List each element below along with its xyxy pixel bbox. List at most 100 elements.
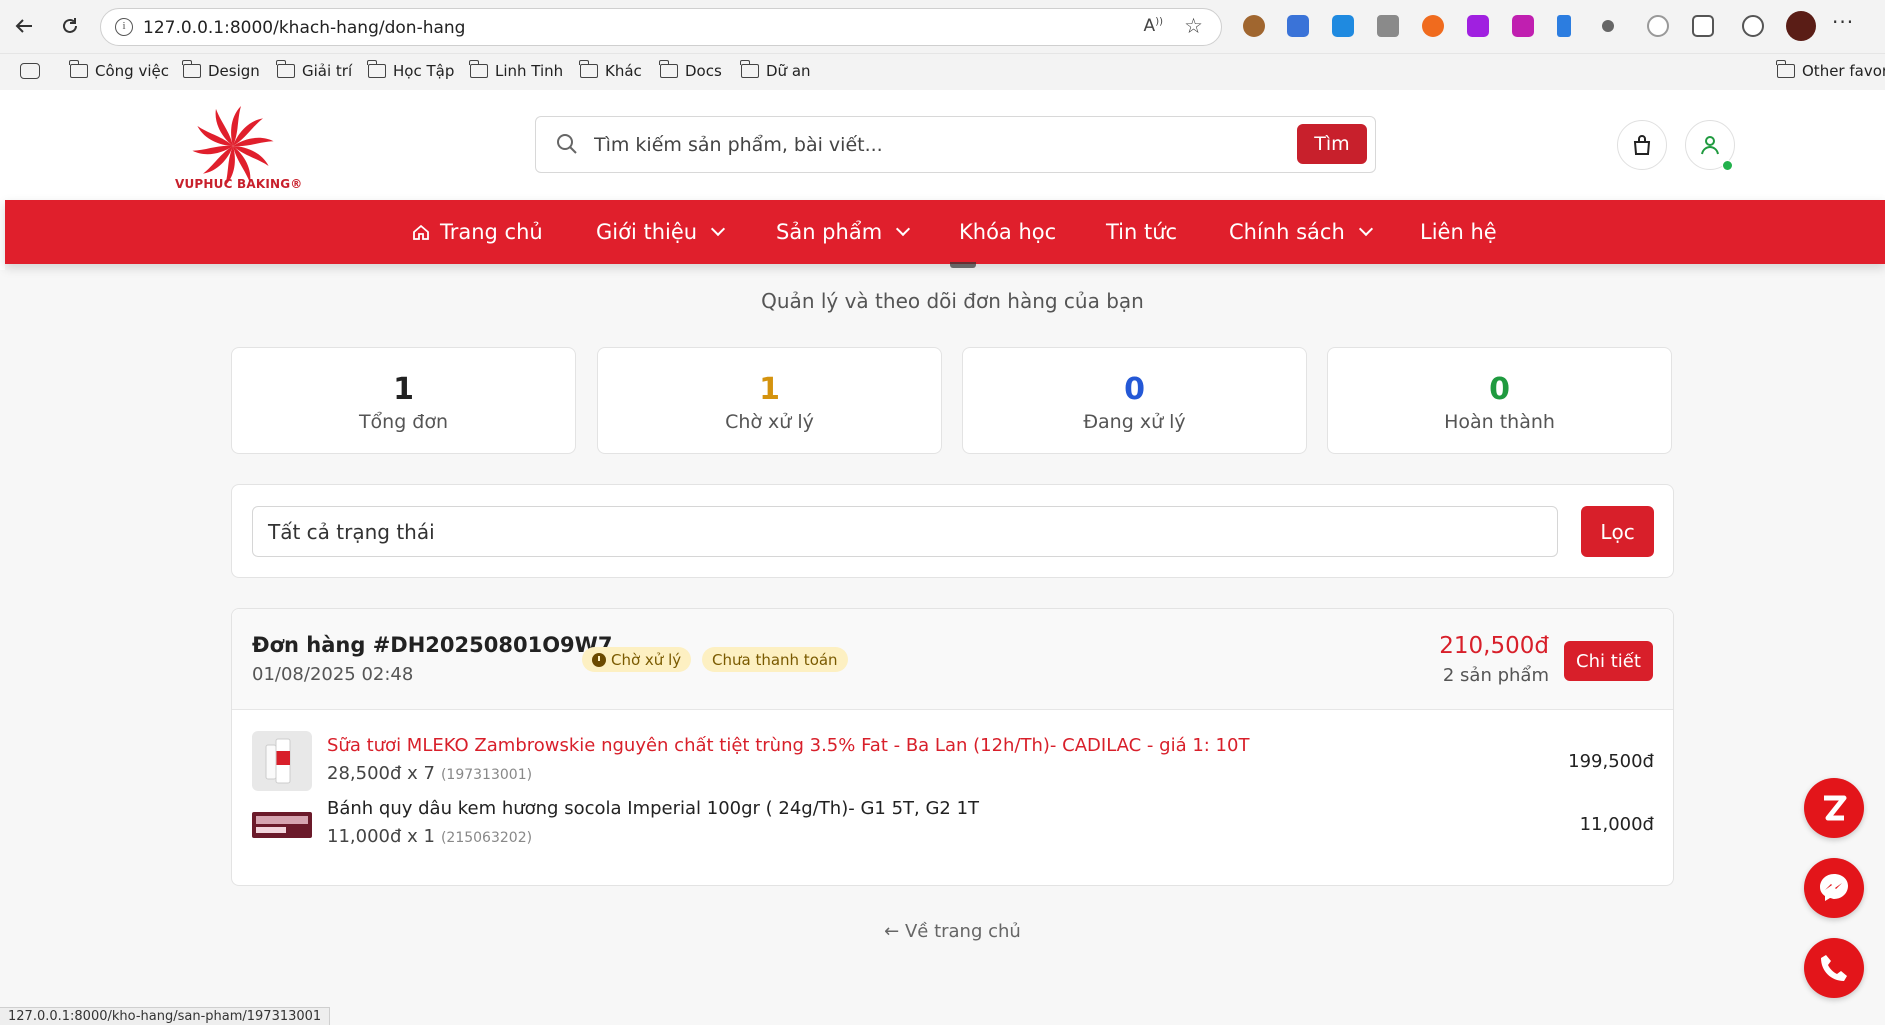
badge-label: Chờ xử lý [611,650,682,669]
media-control-icon[interactable] [1742,15,1764,37]
nav-item-news[interactable]: Tin tức [1106,220,1177,244]
folder-icon [740,60,759,78]
stat-value: 0 [1124,372,1145,407]
stat-card-processing: 0 Đang xử lý [962,347,1307,454]
messenger-chat-button[interactable] [1804,858,1864,918]
site-search: Tìm [535,116,1376,173]
stat-value: 1 [393,372,414,407]
payment-status-badge: Chưa thanh toán [702,647,848,672]
bookmark-folder[interactable]: Dữ an [740,60,811,80]
status-filter-select[interactable]: Tất cả trạng thái [252,506,1558,557]
nav-label: Chính sách [1229,220,1345,244]
site-info-icon[interactable]: i [115,18,133,36]
bookmark-label: Khác [605,62,642,80]
bookmark-label: Học Tập [393,62,455,80]
product-qty: 28,500đ x 7 (197313001) [327,763,532,784]
bookmark-folder[interactable]: Học Tập [367,60,455,80]
compass-extension-icon[interactable] [1647,15,1669,37]
bookmark-folder[interactable]: Khác [579,60,642,80]
product-sku: (197313001) [440,767,533,783]
bookmark-folder[interactable]: Công việc [69,60,169,80]
other-favorites-folder[interactable]: Other favorit [1776,60,1885,80]
bookmark-folder[interactable]: Giải trí [276,60,353,80]
chevron-down-icon [1358,221,1373,237]
small-extension-icon[interactable] [1602,20,1614,32]
video-extension-icon[interactable] [1467,15,1489,37]
orange-extension-icon[interactable] [1422,15,1444,37]
product-sku: (215063202) [440,830,533,846]
badge-label: Chưa thanh toán [712,650,838,669]
stat-card-completed: 0 Hoàn thành [1327,347,1672,454]
bookmark-label: Giải trí [302,62,353,80]
camera-extension-icon[interactable] [1377,15,1399,37]
bookmarks-bar: Công việc Design Giải trí Học Tập Linh T… [0,54,1885,90]
nav-item-contact[interactable]: Liên hệ [1420,220,1497,244]
chevron-down-icon [896,221,911,237]
bookmark-label: Design [208,62,260,80]
nav-label: Liên hệ [1420,220,1497,244]
address-url[interactable]: 127.0.0.1:8000/khach-hang/don-hang [143,18,465,38]
product-name-link[interactable]: Sữa tươi MLEKO Zambrowskie nguyên chất t… [327,735,1249,756]
bookmark-folder[interactable]: Docs [659,60,722,80]
nav-item-courses[interactable]: Khóa học [959,220,1056,244]
product-name-link[interactable]: Bánh quy dâu kem hương socola Imperial 1… [327,798,979,819]
chevron-down-icon [711,221,726,237]
page-subtitle: Quản lý và theo dõi đơn hàng của bạn [761,289,1144,313]
search-button[interactable]: Tìm [1297,124,1367,164]
bookmark-label: Dữ an [766,62,811,80]
zalo-chat-button[interactable] [1804,778,1864,838]
home-icon [413,224,429,240]
logo-text: VUPHUC BAKING® [175,177,303,191]
read-aloud-icon[interactable]: A)) [1144,16,1163,36]
order-detail-button[interactable]: Chi tiết [1564,641,1653,681]
stat-value: 1 [759,372,780,407]
order-status-badge: Chờ xử lý [582,647,692,672]
back-arrow-icon[interactable] [10,12,38,40]
reload-icon[interactable] [56,12,84,40]
order-total: 210,500đ [1439,633,1549,659]
main-nav: Trang chủ Giới thiệu Sản phẩm Khóa học T… [5,200,1885,264]
phone-call-button[interactable] [1804,938,1864,998]
product-thumbnail[interactable] [252,794,312,854]
phone-icon [1821,955,1847,981]
order-item-row: Sữa tươi MLEKO Zambrowskie nguyên chất t… [252,731,1654,793]
nav-item-home[interactable]: Trang chủ [412,220,543,244]
favorite-star-icon[interactable]: ☆ [1184,14,1203,38]
folder-icon [469,60,488,78]
more-menu-icon[interactable]: ··· [1832,10,1854,34]
bookmark-folder[interactable]: Design [182,60,260,80]
cookie-extension-icon[interactable] [1243,15,1265,37]
online-status-dot [1722,160,1733,171]
product-line-total: 199,500đ [1568,751,1654,772]
cart-button[interactable] [1617,120,1667,170]
sidebar-toggle-icon[interactable] [20,63,40,79]
extensions-puzzle-icon[interactable] [1692,15,1714,37]
translate-extension-icon[interactable] [1287,15,1309,37]
browser-profile-avatar[interactable] [1786,11,1816,41]
order-date: 01/08/2025 02:48 [252,664,414,685]
search-input[interactable] [594,131,1234,159]
zalo-icon [1824,795,1847,821]
stat-label: Đang xử lý [1083,411,1186,433]
order-item-row: Bánh quy dâu kem hương socola Imperial 1… [252,794,1654,856]
order-card: Đơn hàng #DH20250801O9W7 01/08/2025 02:4… [231,608,1674,886]
browser-toolbar: i 127.0.0.1:8000/khach-hang/don-hang A))… [0,0,1885,54]
nav-item-about[interactable]: Giới thiệu [596,220,726,244]
bookmark-folder[interactable]: Linh Tinh [469,60,563,80]
clock-icon [592,652,606,667]
site-header: VUPHUC BAKING® Tìm [5,90,1885,200]
download-extension-icon[interactable] [1332,15,1354,37]
nav-label: Trang chủ [440,220,543,244]
nav-label: Sản phẩm [776,220,883,244]
back-home-link[interactable]: ← Về trang chủ [0,921,1885,942]
nav-label: Giới thiệu [596,220,698,244]
folder-icon [1776,60,1795,78]
order-header: Đơn hàng #DH20250801O9W7 01/08/2025 02:4… [232,609,1673,710]
download-manager-extension-icon[interactable] [1512,15,1534,37]
address-bar[interactable]: i 127.0.0.1:8000/khach-hang/don-hang A))… [100,8,1222,46]
blue-extension-icon[interactable] [1557,15,1571,37]
filter-button[interactable]: Lọc [1581,506,1654,557]
product-thumbnail[interactable] [252,731,312,791]
nav-item-products[interactable]: Sản phẩm [776,220,911,244]
nav-item-policy[interactable]: Chính sách [1229,220,1373,244]
